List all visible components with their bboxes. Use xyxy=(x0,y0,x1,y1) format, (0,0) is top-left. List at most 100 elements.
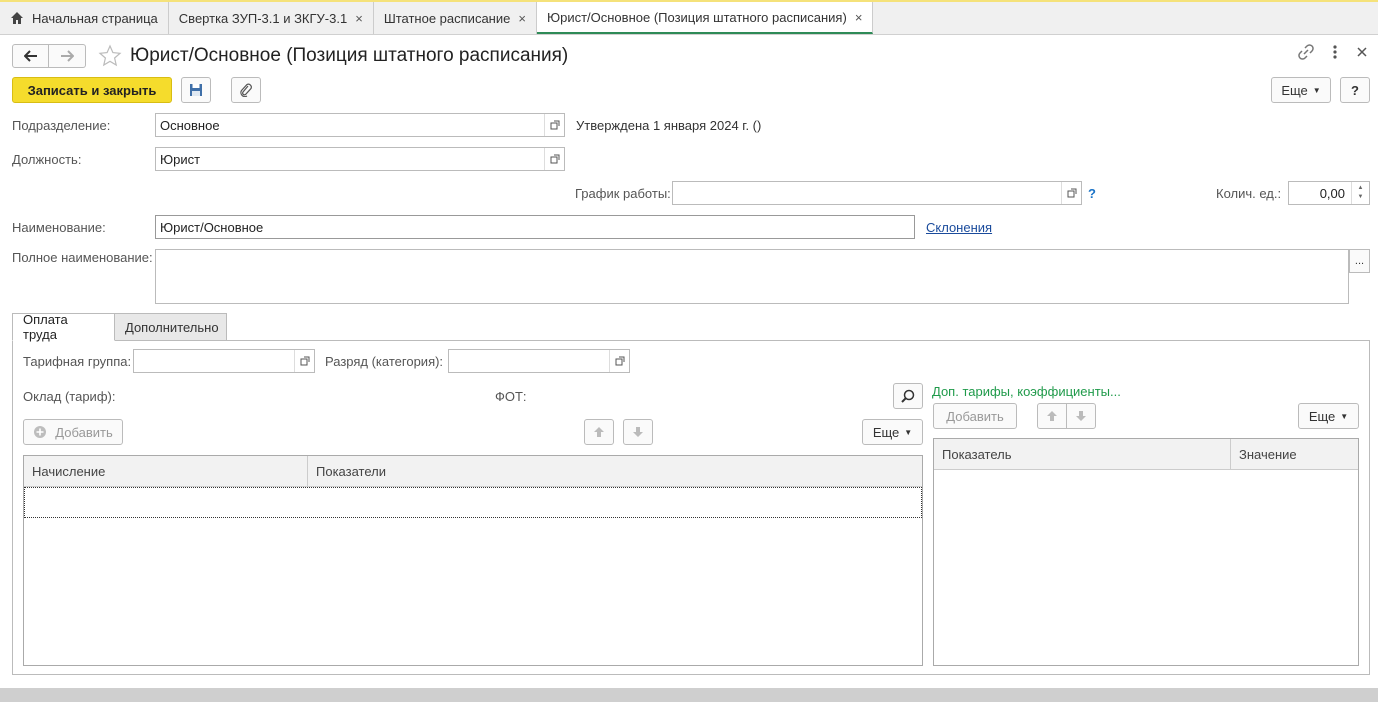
column-header-value[interactable]: Значение xyxy=(1231,439,1358,470)
stepper-arrows-icon[interactable]: ▲ ▼ xyxy=(1351,182,1369,204)
tariff-group-label: Тарифная группа: xyxy=(23,354,132,369)
move-up-button[interactable] xyxy=(584,419,614,445)
name-field[interactable]: Юрист/Основное xyxy=(155,215,915,239)
home-icon xyxy=(11,12,23,24)
ellipsis-label: ... xyxy=(1354,255,1365,267)
column-header-indicators[interactable]: Показатели xyxy=(308,456,922,487)
extra-more-button[interactable]: Еще ▼ xyxy=(1298,403,1359,429)
tab-home[interactable]: Начальная страница xyxy=(0,2,169,34)
close-window-icon[interactable] xyxy=(1356,44,1368,60)
plus-circle-icon xyxy=(34,426,47,438)
salary-label: Оклад (тариф): xyxy=(23,389,116,404)
chevron-down-icon: ▼ xyxy=(904,427,913,437)
extra-more-label: Еще xyxy=(1308,408,1336,424)
attach-button[interactable] xyxy=(231,77,261,103)
extra-add-button[interactable]: Добавить xyxy=(933,403,1017,429)
extra-tariffs-table[interactable]: Показатель Значение xyxy=(933,438,1359,666)
department-field[interactable]: Основное xyxy=(155,113,565,137)
arrow-up-icon xyxy=(594,427,604,437)
column-header-accrual-label: Начисление xyxy=(32,464,106,479)
arrow-down-icon xyxy=(633,427,643,437)
tab-payment-label: Оплата труда xyxy=(23,312,68,342)
form-title-bar: Юрист/Основное (Позиция штатного расписа… xyxy=(12,42,568,70)
full-name-label: Полное наименование: xyxy=(12,250,153,265)
grade-field[interactable] xyxy=(448,349,630,373)
paperclip-icon xyxy=(240,83,252,97)
tab-payment[interactable]: Оплата труда xyxy=(12,312,115,342)
schedule-field[interactable] xyxy=(672,181,1082,205)
position-value: Юрист xyxy=(160,152,201,167)
add-accrual-button[interactable]: Добавить xyxy=(23,419,123,445)
arrow-down-icon xyxy=(1076,411,1086,421)
kebab-menu-icon[interactable] xyxy=(1332,44,1338,60)
accruals-table[interactable]: Начисление Показатели xyxy=(23,455,923,666)
open-icon[interactable] xyxy=(609,350,629,372)
extra-tariffs-table-header: Показатель Значение xyxy=(934,439,1358,470)
column-header-indicator-label: Показатель xyxy=(942,447,1012,462)
magnifier-icon xyxy=(901,389,915,403)
declension-link[interactable]: Склонения xyxy=(926,220,992,235)
tab-home-label: Начальная страница xyxy=(32,10,158,26)
tab-position[interactable]: Юрист/Основное (Позиция штатного расписа… xyxy=(536,2,874,34)
status-bar xyxy=(0,688,1378,702)
tab-additional[interactable]: Дополнительно xyxy=(114,313,227,341)
schedule-help-icon[interactable]: ? xyxy=(1088,186,1096,201)
close-icon[interactable]: × xyxy=(518,11,526,26)
quantity-label: Колич. ед.: xyxy=(1216,186,1282,201)
accrual-more-label: Еще xyxy=(872,424,900,440)
accruals-table-header: Начисление Показатели xyxy=(24,456,922,487)
window-actions xyxy=(1298,44,1368,60)
column-header-indicator[interactable]: Показатель xyxy=(934,439,1231,470)
name-value: Юрист/Основное xyxy=(160,220,264,235)
more-label: Еще xyxy=(1281,82,1308,98)
move-down-button[interactable] xyxy=(623,419,653,445)
tab-position-label: Юрист/Основное (Позиция штатного расписа… xyxy=(546,9,847,25)
chevron-down-icon: ▼ xyxy=(1312,85,1321,95)
open-icon[interactable] xyxy=(294,350,314,372)
forward-button[interactable] xyxy=(49,44,86,68)
accrual-more-button[interactable]: Еще ▼ xyxy=(862,419,923,445)
chevron-down-icon: ▼ xyxy=(1340,411,1349,421)
save-and-close-button[interactable]: Записать и закрыть xyxy=(12,77,172,103)
open-icon[interactable] xyxy=(544,148,564,170)
add-accrual-label: Добавить xyxy=(55,424,113,440)
zoom-button[interactable] xyxy=(893,383,923,409)
arrow-right-icon xyxy=(61,50,74,62)
approved-text: Утверждена 1 января 2024 г. () xyxy=(576,118,762,133)
help-button[interactable]: ? xyxy=(1340,77,1370,103)
save-and-close-label: Записать и закрыть xyxy=(27,82,157,98)
help-label: ? xyxy=(1351,82,1359,98)
quantity-stepper[interactable]: 0,00 ▲ ▼ xyxy=(1288,181,1370,205)
full-name-edit-button[interactable]: ... xyxy=(1349,249,1370,273)
more-button[interactable]: Еще ▼ xyxy=(1271,77,1331,103)
close-icon[interactable]: × xyxy=(855,10,863,25)
tab-additional-label: Дополнительно xyxy=(125,319,219,335)
window-tab-bar: Начальная страница Свертка ЗУП-3.1 и ЗКГ… xyxy=(0,0,1378,35)
tab-staff-schedule-label: Штатное расписание xyxy=(383,10,511,26)
close-icon[interactable]: × xyxy=(355,11,363,26)
arrow-left-icon xyxy=(23,50,37,62)
fot-label: ФОТ: xyxy=(495,389,527,404)
save-button[interactable] xyxy=(181,77,211,103)
position-field[interactable]: Юрист xyxy=(155,147,565,171)
extra-move-up-button[interactable] xyxy=(1037,403,1067,429)
star-icon[interactable] xyxy=(98,44,122,68)
department-value: Основное xyxy=(160,118,220,133)
back-button[interactable] xyxy=(12,44,49,68)
tab-svertka-label: Свертка ЗУП-3.1 и ЗКГУ-3.1 xyxy=(178,10,348,26)
open-icon[interactable] xyxy=(1061,182,1081,204)
schedule-label: График работы: xyxy=(575,186,671,201)
tab-svertka[interactable]: Свертка ЗУП-3.1 и ЗКГУ-3.1 × xyxy=(169,2,374,34)
floppy-disk-icon xyxy=(190,84,202,96)
table-row[interactable] xyxy=(24,487,922,518)
name-label: Наименование: xyxy=(12,220,106,235)
column-header-accrual[interactable]: Начисление xyxy=(24,456,308,487)
tariff-group-field[interactable] xyxy=(133,349,315,373)
extra-move-down-button[interactable] xyxy=(1066,403,1096,429)
column-header-indicators-label: Показатели xyxy=(316,464,386,479)
arrow-up-icon xyxy=(1047,411,1057,421)
link-icon[interactable] xyxy=(1298,44,1314,60)
tab-staff-schedule[interactable]: Штатное расписание × xyxy=(374,2,537,34)
full-name-field[interactable] xyxy=(155,249,1349,304)
open-icon[interactable] xyxy=(544,114,564,136)
